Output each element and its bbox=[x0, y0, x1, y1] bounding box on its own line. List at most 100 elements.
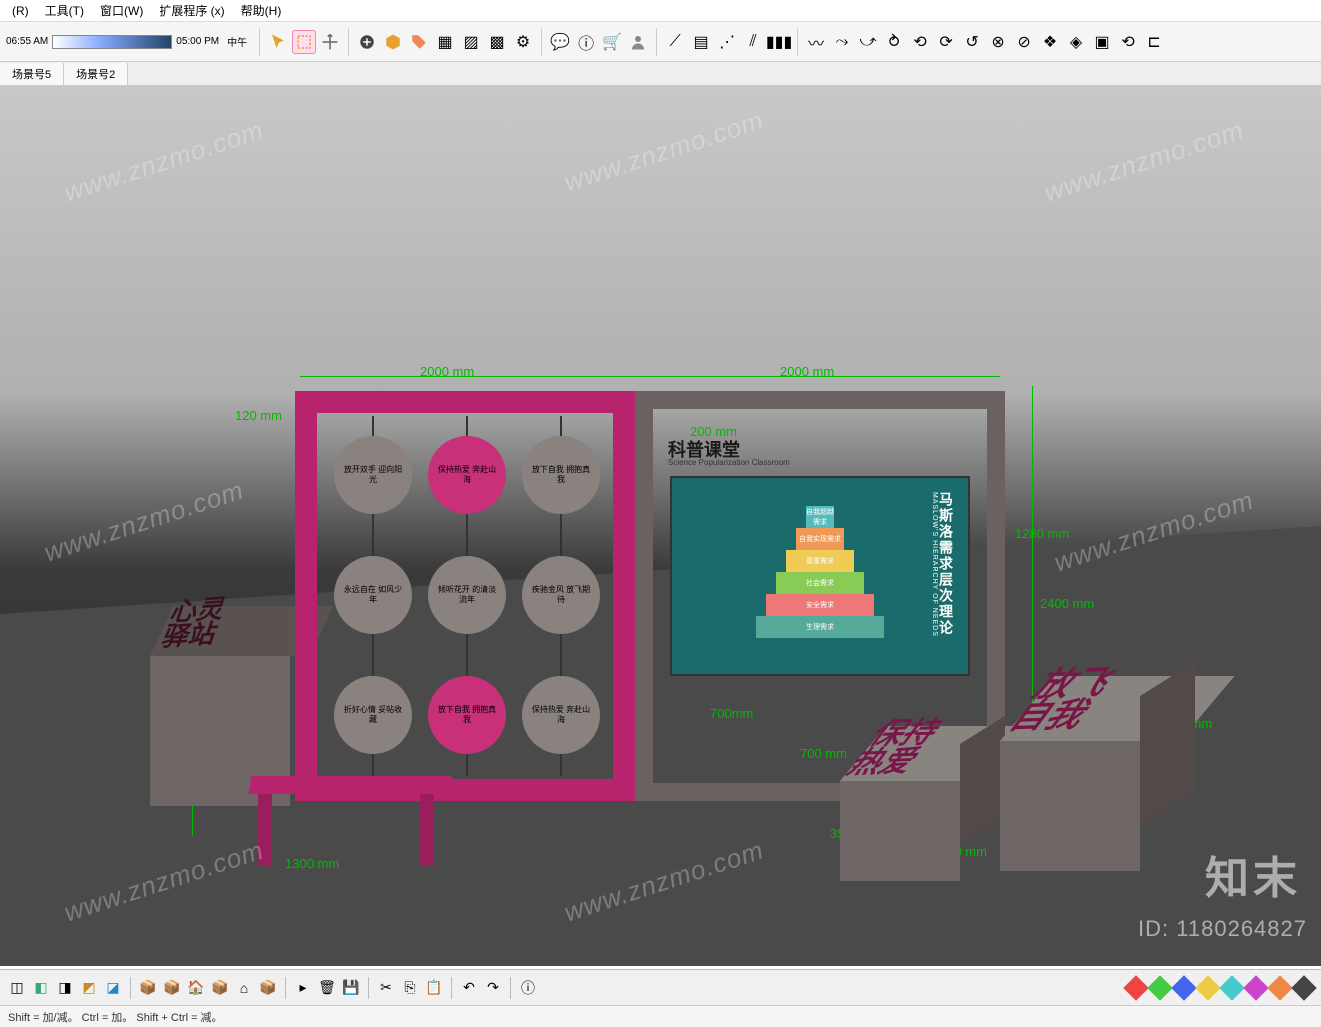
trash-icon[interactable]: 🗑 bbox=[316, 977, 338, 999]
axis-r-icon[interactable] bbox=[1125, 977, 1147, 999]
axis-g-icon[interactable] bbox=[1149, 977, 1171, 999]
iso1-icon[interactable]: ◫ bbox=[6, 977, 28, 999]
dim-2400: 2400 mm bbox=[1040, 596, 1094, 611]
curve8-icon[interactable]: ⊗ bbox=[986, 30, 1010, 54]
dim-120: 120 mm bbox=[235, 408, 282, 423]
select-icon[interactable] bbox=[266, 30, 290, 54]
dim-1280: 1280 mm bbox=[1015, 526, 1069, 541]
tag-icon[interactable] bbox=[407, 30, 431, 54]
curve2-icon[interactable]: ⤳ bbox=[830, 30, 854, 54]
curve6-icon[interactable]: ⟳ bbox=[934, 30, 958, 54]
menu-r[interactable]: (R) bbox=[4, 2, 37, 20]
move-icon[interactable] bbox=[318, 30, 342, 54]
axis-y-icon[interactable] bbox=[1197, 977, 1219, 999]
viewport-3d[interactable]: 2000 mm 2000 mm 120 mm 200 mm 2400 mm 12… bbox=[0, 86, 1321, 966]
info-icon[interactable]: ⓘ bbox=[574, 30, 598, 54]
curve7-icon[interactable]: ↺ bbox=[960, 30, 984, 54]
iso2-icon[interactable]: ◧ bbox=[30, 977, 52, 999]
bracket-icon[interactable]: ⊏ bbox=[1142, 30, 1166, 54]
bars-icon[interactable]: ▮▮▮ bbox=[767, 30, 791, 54]
pkg1-icon[interactable]: 📦 bbox=[137, 977, 159, 999]
axis-b-icon[interactable] bbox=[1173, 977, 1195, 999]
time-noon: 中午 bbox=[227, 34, 247, 49]
play-icon[interactable]: ▸ bbox=[292, 977, 314, 999]
circle-card: 疾驰金风 放飞期待 bbox=[522, 556, 600, 634]
watermark: www.znzmo.com bbox=[1040, 115, 1247, 209]
copy-icon[interactable]: ⎘ bbox=[399, 977, 421, 999]
curve1-icon[interactable]: 〰 bbox=[804, 30, 828, 54]
circle-card: 放开双手 迎向阳光 bbox=[334, 436, 412, 514]
menu-window[interactable]: 窗口(W) bbox=[92, 0, 151, 21]
bottom-toolbar: ◫ ◧ ◨ ◩ ◪ 📦 📦 🏠 📦 ⌂ 📦 ▸ 🗑 💾 ✂ ⎘ 📋 ↶ ↷ ⓘ bbox=[0, 969, 1321, 1005]
menu-extensions[interactable]: 扩展程序 (x) bbox=[151, 0, 232, 21]
user-icon[interactable] bbox=[626, 30, 650, 54]
time-end: 05:00 PM bbox=[176, 36, 219, 47]
cube-free-self: 放飞自我 bbox=[1000, 676, 1180, 871]
add-icon[interactable] bbox=[355, 30, 379, 54]
sandbox3-icon[interactable]: ⋰ bbox=[715, 30, 739, 54]
model-id: ID: 1180264827 bbox=[1138, 916, 1307, 942]
circle-card: 倾听花开 的清淡流年 bbox=[428, 556, 506, 634]
axis-c-icon[interactable] bbox=[1221, 977, 1243, 999]
axis-m-icon[interactable] bbox=[1245, 977, 1267, 999]
layers1-icon[interactable]: ❖ bbox=[1038, 30, 1062, 54]
bench bbox=[250, 776, 450, 866]
help-icon[interactable]: ⓘ bbox=[517, 977, 539, 999]
scene-tab-2[interactable]: 场景号2 bbox=[64, 63, 128, 85]
axis-o-icon[interactable] bbox=[1269, 977, 1291, 999]
sandbox2-icon[interactable]: ▤ bbox=[689, 30, 713, 54]
gear-icon[interactable]: ⚙ bbox=[511, 30, 535, 54]
cube-icon[interactable]: ▣ bbox=[1090, 30, 1114, 54]
status-bar: Shift = 加/减。 Ctrl = 加。 Shift + Ctrl = 减。 bbox=[0, 1005, 1321, 1027]
curve4-icon[interactable]: ⥁ bbox=[882, 30, 906, 54]
curve3-icon[interactable]: ⤻ bbox=[856, 30, 880, 54]
pkg3-icon[interactable]: 📦 bbox=[209, 977, 231, 999]
home-icon[interactable]: 🏠 bbox=[185, 977, 207, 999]
iso4-icon[interactable]: ◩ bbox=[78, 977, 100, 999]
menu-bar: (R) 工具(T) 窗口(W) 扩展程序 (x) 帮助(H) bbox=[0, 0, 1321, 22]
axis-k-icon[interactable] bbox=[1293, 977, 1315, 999]
refresh-icon[interactable]: ⟲ bbox=[1116, 30, 1140, 54]
scene-tab-5[interactable]: 场景号5 bbox=[0, 63, 64, 85]
grid1-icon[interactable]: ▦ bbox=[433, 30, 457, 54]
brand-watermark: 知末 bbox=[1205, 842, 1301, 906]
time-slider[interactable]: 06:55 AM 05:00 PM bbox=[6, 35, 219, 49]
circle-card: 保持热爱 奔赴山海 bbox=[522, 676, 600, 754]
grid3-icon[interactable]: ▩ bbox=[485, 30, 509, 54]
sandbox1-icon[interactable]: ⟋ bbox=[663, 30, 687, 54]
menu-tools[interactable]: 工具(T) bbox=[37, 0, 92, 21]
curve9-icon[interactable]: ⊘ bbox=[1012, 30, 1036, 54]
lasso-icon[interactable] bbox=[292, 30, 316, 54]
cut-icon[interactable]: ✂ bbox=[375, 977, 397, 999]
cube-keep-love: 保持热爱 bbox=[840, 726, 990, 881]
cart-icon[interactable]: 🛒 bbox=[600, 30, 624, 54]
comment-icon[interactable]: 💬 bbox=[548, 30, 572, 54]
grid2-icon[interactable]: ▨ bbox=[459, 30, 483, 54]
iso5-icon[interactable]: ◪ bbox=[102, 977, 124, 999]
box-icon[interactable] bbox=[381, 30, 405, 54]
display-screen: 马斯洛需求层次理论 MASLOW'S HIERARCHY OF NEEDS 自我… bbox=[670, 476, 970, 676]
curve5-icon[interactable]: ⟲ bbox=[908, 30, 932, 54]
panel-subtitle: Science Popularization Classroom bbox=[668, 458, 790, 467]
maslow-pyramid: 自我超越需求 自我实现需求 尊重需求 社会需求 安全需求 生理需求 bbox=[750, 506, 890, 646]
sandbox4-icon[interactable]: ⫽ bbox=[741, 30, 765, 54]
redo-icon[interactable]: ↷ bbox=[482, 977, 504, 999]
menu-help[interactable]: 帮助(H) bbox=[233, 0, 290, 21]
time-start: 06:55 AM bbox=[6, 36, 48, 47]
maslow-cn: 马斯洛需求层次理论 bbox=[936, 492, 956, 636]
circle-card: 放下自我 拥抱真我 bbox=[522, 436, 600, 514]
circle-card: 放下自我 拥抱真我 bbox=[428, 676, 506, 754]
paste-icon[interactable]: 📋 bbox=[423, 977, 445, 999]
model-group: 2000 mm 2000 mm 120 mm 200 mm 2400 mm 12… bbox=[120, 346, 1200, 886]
home2-icon[interactable]: ⌂ bbox=[233, 977, 255, 999]
iso3-icon[interactable]: ◨ bbox=[54, 977, 76, 999]
pkg4-icon[interactable]: 📦 bbox=[257, 977, 279, 999]
pkg2-icon[interactable]: 📦 bbox=[161, 977, 183, 999]
layers2-icon[interactable]: ◈ bbox=[1064, 30, 1088, 54]
maslow-en: MASLOW'S HIERARCHY OF NEEDS bbox=[931, 492, 938, 637]
undo-icon[interactable]: ↶ bbox=[458, 977, 480, 999]
status-text: Shift = 加/减。 Ctrl = 加。 Shift + Ctrl = 减。 bbox=[8, 1009, 223, 1025]
watermark: www.znzmo.com bbox=[560, 105, 767, 199]
save-icon[interactable]: 💾 bbox=[340, 977, 362, 999]
circle-card: 保持热爱 奔赴山海 bbox=[428, 436, 506, 514]
